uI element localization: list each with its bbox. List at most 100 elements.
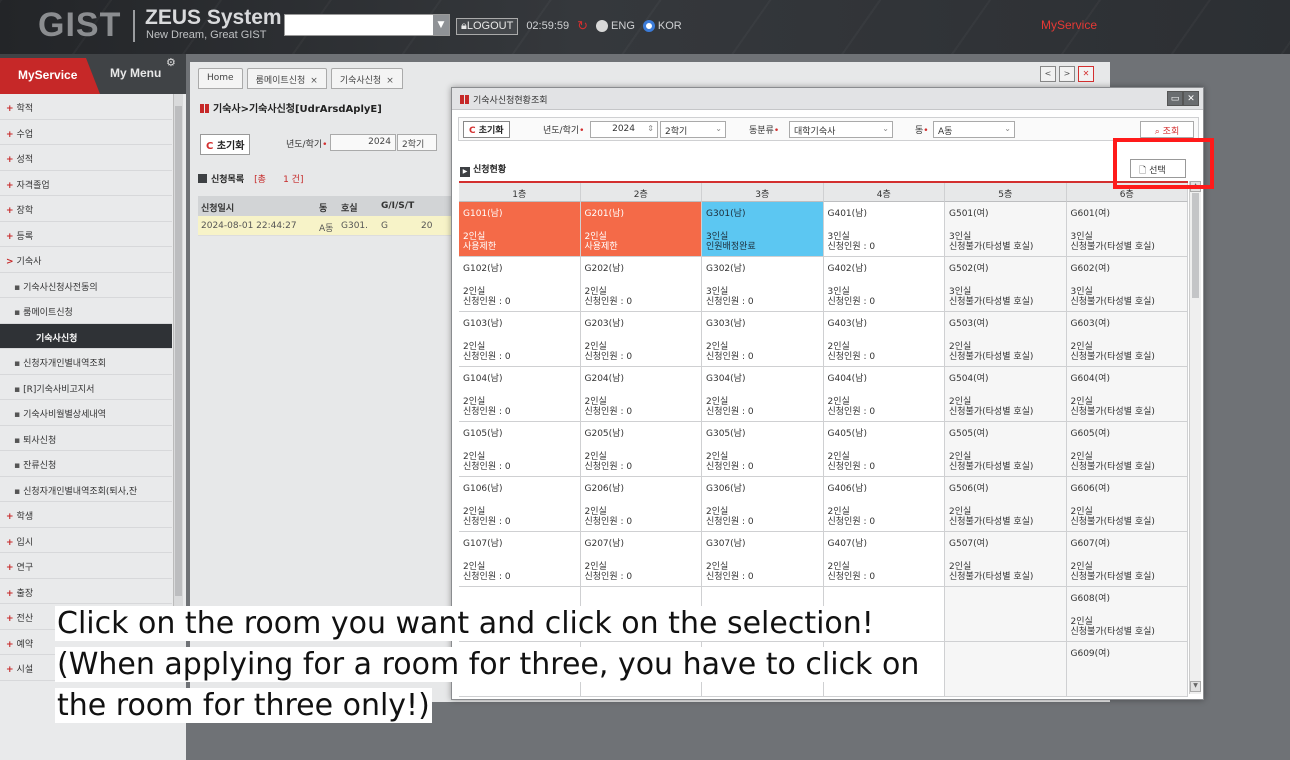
room-cell[interactable]: G107(남) 2인실 신청인원 : 0 <box>459 532 581 587</box>
room-cell[interactable] <box>945 642 1067 697</box>
popup-year-stepper[interactable]: 2024 ⇕ <box>590 121 658 138</box>
sidebar-scrollbar[interactable] <box>173 94 183 639</box>
sidebar-item[interactable]: + 자격졸업 <box>0 171 172 196</box>
room-cell[interactable]: G601(여) 3인실 신청불가(타성별 호실) <box>1066 202 1188 257</box>
sidebar-item[interactable]: + 출장 <box>0 579 172 604</box>
room-cell[interactable]: G104(남) 2인실 신청인원 : 0 <box>459 367 581 422</box>
close-icon[interactable]: ✕ <box>1183 91 1199 106</box>
reset-button[interactable]: C 초기화 <box>200 134 251 155</box>
room-cell[interactable]: G305(남) 2인실 신청인원 : 0 <box>702 422 824 477</box>
scrollbar-thumb[interactable] <box>175 106 182 596</box>
table-row[interactable]: 2024-08-01 22:44:27 A동 G301. G 20 <box>198 216 460 236</box>
sidebar-item[interactable]: + 학적 <box>0 94 172 120</box>
popup-semester-select[interactable]: 2학기 ⌄ <box>660 121 726 138</box>
room-cell[interactable]: G609(여) <box>1066 642 1188 697</box>
sidebar-item[interactable]: + 연구 <box>0 553 172 579</box>
tab-myservice[interactable]: MyService <box>0 58 100 94</box>
refresh-icon[interactable]: ↻ <box>577 18 588 34</box>
room-cell[interactable]: G501(여) 3인실 신청불가(타성별 호실) <box>945 202 1067 257</box>
tab-mymenu[interactable]: My Menu <box>110 66 161 80</box>
room-cell[interactable]: G402(남) 3인실 신청인원 : 0 <box>823 257 945 312</box>
year-stepper[interactable]: 2024 <box>330 134 396 151</box>
scroll-down-icon[interactable]: ▼ <box>1190 681 1201 692</box>
sidebar-item[interactable]: + 수업 <box>0 120 172 145</box>
room-cell[interactable]: G207(남) 2인실 신청인원 : 0 <box>580 532 702 587</box>
room-cell[interactable]: G205(남) 2인실 신청인원 : 0 <box>580 422 702 477</box>
room-cell[interactable]: G505(여) 2인실 신청불가(타성별 호실) <box>945 422 1067 477</box>
sidebar-item[interactable]: + 학생 <box>0 502 172 528</box>
room-cell[interactable]: G604(여) 2인실 신청불가(타성별 호실) <box>1066 367 1188 422</box>
room-cell[interactable]: G603(여) 2인실 신청불가(타성별 호실) <box>1066 312 1188 367</box>
chevron-left-icon[interactable]: < <box>1040 66 1056 82</box>
sidebar-item[interactable]: ▪ [R]기숙사비고지서 <box>0 375 172 400</box>
room-cell[interactable]: G302(남) 3인실 신청인원 : 0 <box>702 257 824 312</box>
lang-kor-radio[interactable]: KOR <box>642 20 682 33</box>
room-cell[interactable]: G502(여) 3인실 신청불가(타성별 호실) <box>945 257 1067 312</box>
search-button[interactable]: ⌕ 조회 <box>1140 121 1194 138</box>
room-cell[interactable]: G306(남) 2인실 신청인원 : 0 <box>702 477 824 532</box>
building-type-select[interactable]: 대학기숙사 ⌄ <box>789 121 893 138</box>
room-cell[interactable]: G605(여) 2인실 신청불가(타성별 호실) <box>1066 422 1188 477</box>
myservice-link[interactable]: MyService <box>1041 18 1097 32</box>
room-cell[interactable]: G602(여) 3인실 신청불가(타성별 호실) <box>1066 257 1188 312</box>
gear-icon[interactable]: ⚙ <box>166 56 176 69</box>
room-cell[interactable]: G606(여) 2인실 신청불가(타성별 호실) <box>1066 477 1188 532</box>
close-icon[interactable]: × <box>310 76 318 86</box>
sidebar-item[interactable]: ▪ 잔류신청 <box>0 451 172 477</box>
room-cell[interactable]: G405(남) 2인실 신청인원 : 0 <box>823 422 945 477</box>
sidebar-item[interactable]: ▪ 기숙사비월별상세내역 <box>0 400 172 426</box>
sidebar-item[interactable]: + 입시 <box>0 528 172 553</box>
room-cell[interactable]: G106(남) 2인실 신청인원 : 0 <box>459 477 581 532</box>
room-cell[interactable] <box>945 587 1067 642</box>
room-cell[interactable]: G202(남) 2인실 신청인원 : 0 <box>580 257 702 312</box>
stepper-icon[interactable]: ⇕ <box>647 124 654 133</box>
room-cell[interactable]: G203(남) 2인실 신청인원 : 0 <box>580 312 702 367</box>
room-cell[interactable]: G504(여) 2인실 신청불가(타성별 호실) <box>945 367 1067 422</box>
room-cell[interactable]: G301(남) 3인실 인원배정완료 <box>702 202 824 257</box>
lang-eng-radio[interactable]: ENG <box>596 20 635 33</box>
tab-dormitory-apply[interactable]: 기숙사신청 × <box>330 68 403 89</box>
room-cell[interactable]: G404(남) 2인실 신청인원 : 0 <box>823 367 945 422</box>
room-cell[interactable]: G608(여) 2인실 신청불가(타성별 호실) <box>1066 587 1188 642</box>
chevron-right-icon[interactable]: > <box>1059 66 1075 82</box>
room-cell[interactable]: G403(남) 2인실 신청인원 : 0 <box>823 312 945 367</box>
room-cell[interactable]: G304(남) 2인실 신청인원 : 0 <box>702 367 824 422</box>
sidebar-item[interactable]: > 기숙사 <box>0 247 172 273</box>
room-cell[interactable]: G307(남) 2인실 신청인원 : 0 <box>702 532 824 587</box>
room-cell[interactable]: G506(여) 2인실 신청불가(타성별 호실) <box>945 477 1067 532</box>
room-cell[interactable]: G102(남) 2인실 신청인원 : 0 <box>459 257 581 312</box>
sidebar-item[interactable]: 기숙사신청 <box>0 323 172 349</box>
room-cell[interactable]: G204(남) 2인실 신청인원 : 0 <box>580 367 702 422</box>
sidebar-item[interactable]: + 등록 <box>0 222 172 247</box>
room-cell[interactable]: G105(남) 2인실 신청인원 : 0 <box>459 422 581 477</box>
room-cell[interactable]: G507(여) 2인실 신청불가(타성별 호실) <box>945 532 1067 587</box>
tab-home[interactable]: Home <box>198 68 243 89</box>
room-cell[interactable]: G201(남) 2인실 사용제한 <box>580 202 702 257</box>
logout-button[interactable]: 🔒︎LOGOUT <box>456 17 519 35</box>
room-cell[interactable]: G406(남) 2인실 신청인원 : 0 <box>823 477 945 532</box>
grid-scrollbar[interactable]: ▲ ▼ <box>1189 181 1201 694</box>
tab-roommate[interactable]: 룸메이트신청 × <box>246 68 327 89</box>
popup-reset-button[interactable]: C 초기화 <box>463 121 510 138</box>
scrollbar-thumb[interactable] <box>1192 193 1199 298</box>
gist-logo[interactable]: GIST <box>38 6 121 45</box>
close-icon[interactable]: × <box>386 76 394 86</box>
building-select[interactable]: A동 ⌄ <box>933 121 1015 138</box>
maximize-icon[interactable]: ▭ <box>1167 91 1183 106</box>
sidebar-item[interactable]: + 장학 <box>0 196 172 222</box>
sidebar-item[interactable]: + 성적 <box>0 145 172 171</box>
room-cell[interactable]: G303(남) 2인실 신청인원 : 0 <box>702 312 824 367</box>
semester-select[interactable]: 2학기 <box>397 134 437 151</box>
room-cell[interactable]: G503(여) 2인실 신청불가(타성별 호실) <box>945 312 1067 367</box>
room-cell[interactable]: G607(여) 2인실 신청불가(타성별 호실) <box>1066 532 1188 587</box>
room-cell[interactable]: G401(남) 3인실 신청인원 : 0 <box>823 202 945 257</box>
menu-search-select[interactable]: ▼ <box>284 14 450 36</box>
room-cell[interactable]: G407(남) 2인실 신청인원 : 0 <box>823 532 945 587</box>
room-cell[interactable]: G101(남) 2인실 사용제한 <box>459 202 581 257</box>
sidebar-item[interactable]: ▪ 신청자개인별내역조회(퇴사,잔 <box>0 477 172 502</box>
sidebar-item[interactable]: ▪ 퇴사신청 <box>0 426 172 451</box>
room-cell[interactable]: G103(남) 2인실 신청인원 : 0 <box>459 312 581 367</box>
sidebar-item[interactable]: ▪ 룸메이트신청 <box>0 298 172 324</box>
room-cell[interactable]: G206(남) 2인실 신청인원 : 0 <box>580 477 702 532</box>
close-all-tabs-icon[interactable]: ✕ <box>1078 66 1094 82</box>
